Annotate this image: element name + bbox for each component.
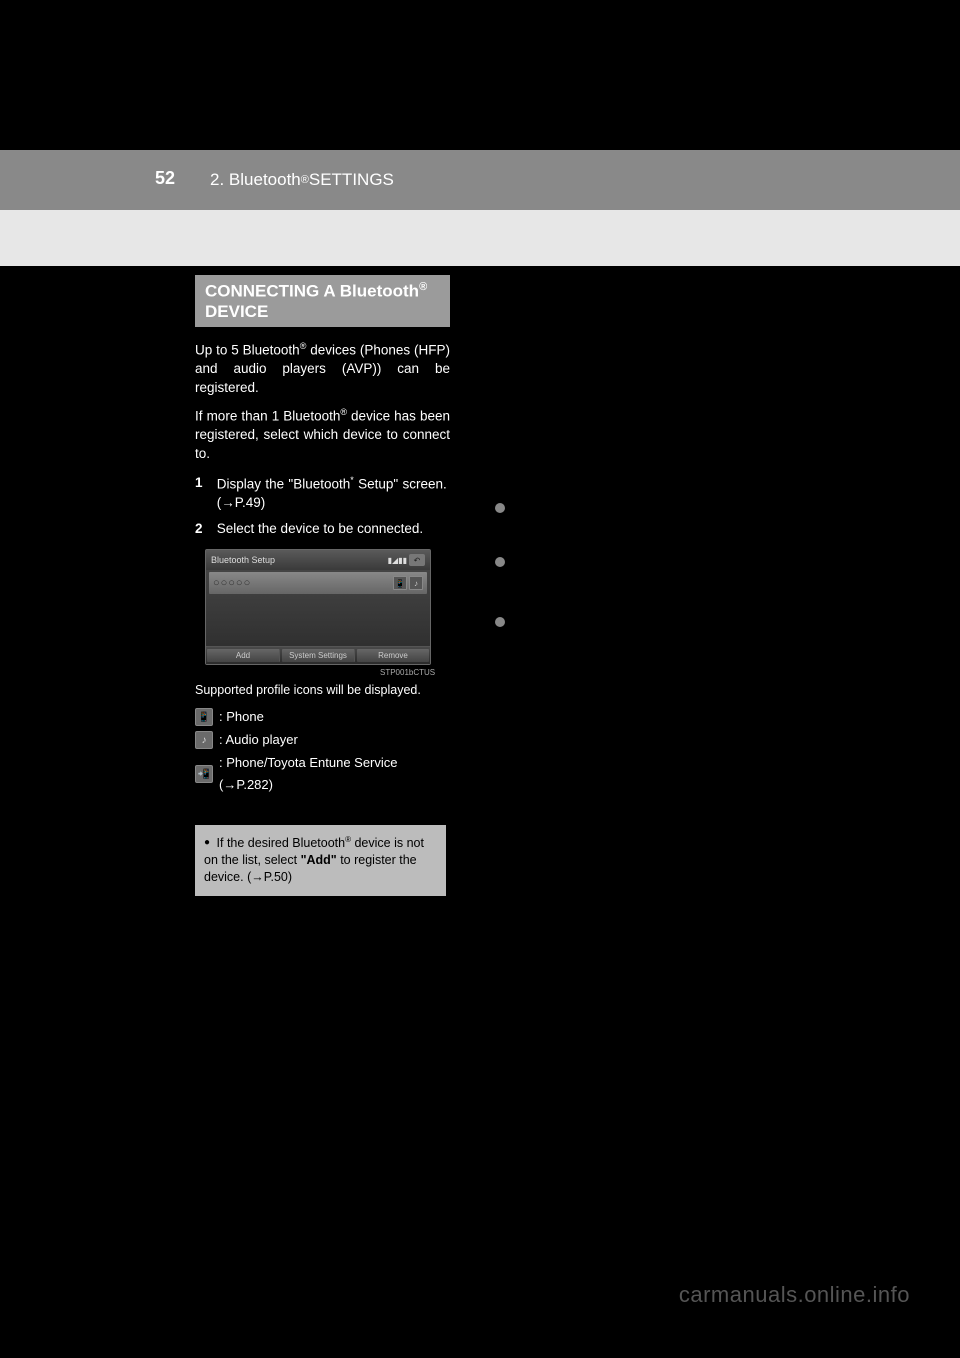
heading-sup: ®	[419, 281, 427, 293]
profile-list: 📱 : Phone ♪ : Audio player 📲 : Phone/Toy…	[195, 706, 450, 797]
section-heading: CONNECTING A Bluetooth® DEVICE	[195, 275, 450, 327]
device-name-dots: ○○○○○	[213, 577, 251, 589]
bullet1-a: When another Bluetooth	[511, 503, 657, 518]
intro2-sup: ®	[340, 407, 347, 417]
add-button[interactable]: Add	[207, 649, 280, 662]
figure-ref-code: STP001bCTUS	[380, 668, 435, 677]
bullet2-c: .	[547, 577, 551, 592]
bluetooth-setup-screenshot: Bluetooth Setup ▮◢▮▮ ↶ ○○○○○ 📱 ♪ Add Sys…	[205, 549, 431, 665]
profiles-intro-text: Supported profile icons will be displaye…	[195, 682, 450, 700]
back-icon[interactable]: ↶	[409, 554, 425, 566]
section-title-b: SETTINGS	[309, 170, 394, 190]
registered-mark: ®	[301, 174, 309, 186]
step-3: 3 Select the desired connection.	[495, 340, 770, 360]
intro-a: Up to 5 Bluetooth	[195, 343, 300, 358]
profile-smart-b: P.282)	[236, 777, 273, 792]
bullet-icon	[495, 503, 505, 513]
phone-icon: 📱	[195, 708, 213, 726]
left-intro-2: If more than 1 Bluetooth® device has bee…	[195, 406, 450, 476]
smartphone-icon: 📲	[195, 765, 213, 783]
bullet2-a: To disconnect the Bluetooth	[511, 557, 677, 572]
profile-audio-label: : Audio player	[219, 729, 298, 751]
info-bold: "Add"	[301, 853, 337, 867]
step1-arrow: →	[221, 495, 235, 510]
profile-row-smart: 📲 : Phone/Toyota Entune Service (→P.282)	[195, 752, 450, 796]
signal-icon: ▮◢▮▮	[388, 556, 407, 565]
profile-row-audio: ♪ : Audio player	[195, 729, 450, 751]
step3-text: Select the desired connection.	[517, 340, 767, 360]
bullet-icon	[495, 617, 505, 627]
right-column: 3 Select the desired connection.	[495, 340, 770, 372]
profile-phone-label: : Phone	[219, 706, 264, 728]
music-note-icon: ♪	[195, 731, 213, 749]
info-note-box: ● If the desired Bluetooth® device is no…	[195, 825, 446, 896]
section-title-a: Bluetooth	[229, 170, 301, 190]
section-header-bar: 2. Bluetooth® SETTINGS	[0, 150, 960, 210]
step-1-num: 1	[195, 474, 213, 493]
sub-header-bar	[0, 210, 960, 266]
step-2: 2 Select the device to be connected.	[195, 520, 450, 539]
intro2-a: If more than 1 Bluetooth	[195, 409, 340, 424]
music-mini-icon[interactable]: ♪	[409, 576, 423, 590]
figure-title: Bluetooth Setup	[211, 555, 275, 565]
step1-a: Display the "Bluetooth	[217, 477, 351, 492]
profile-smart-arrow: →	[223, 777, 236, 792]
step1-c: P.49)	[235, 495, 266, 510]
right-bullet-3: If an error message is displayed, follow…	[495, 614, 770, 667]
info-a: If the desired Bluetooth	[217, 836, 346, 850]
bullet2-bold: "Yes"	[511, 577, 547, 592]
bullet3-text: If an error message is displayed, follow…	[511, 614, 770, 655]
bullet2-sup: ®	[677, 555, 684, 565]
step2-text: Select the device to be connected.	[217, 520, 447, 539]
figure-status-icons: ▮◢▮▮ ↶	[388, 554, 425, 566]
heading-line2: DEVICE	[205, 302, 268, 321]
step-1: 1 Display the "Bluetooth* Setup" screen.…	[195, 474, 450, 513]
info-arrow: →	[251, 870, 264, 884]
remove-button[interactable]: Remove	[357, 649, 429, 662]
figure-titlebar: Bluetooth Setup ▮◢▮▮ ↶	[206, 550, 430, 570]
figure-device-row[interactable]: ○○○○○ 📱 ♪	[209, 572, 427, 594]
step3-num: 3	[495, 340, 513, 360]
step-2-num: 2	[195, 520, 213, 539]
right-bullet-1: When another Bluetooth® device is connec…	[495, 500, 770, 553]
heading-line1a: CONNECTING A Bluetooth	[205, 282, 419, 301]
bullet-icon: ●	[204, 836, 210, 850]
bullet2-b: device, select	[684, 557, 770, 572]
bullet-icon	[495, 557, 505, 567]
profile-row-phone: 📱 : Phone	[195, 706, 450, 728]
section-number: 2.	[210, 170, 224, 190]
page-number: 52	[155, 168, 175, 189]
figure-bottom-bar: Add System Settings Remove	[206, 646, 430, 664]
info-d: P.50)	[264, 870, 292, 884]
left-intro-1: Up to 5 Bluetooth® devices (Phones (HFP)…	[195, 340, 450, 410]
system-settings-button[interactable]: System Settings	[282, 649, 355, 662]
phone-mini-icon[interactable]: 📱	[393, 576, 407, 590]
profile-smart-label: : Phone/Toyota Entune Service (→P.282)	[219, 752, 450, 796]
watermark: carmanuals.online.info	[679, 1282, 910, 1308]
right-bullet-2: To disconnect the Bluetooth® device, sel…	[495, 554, 770, 607]
